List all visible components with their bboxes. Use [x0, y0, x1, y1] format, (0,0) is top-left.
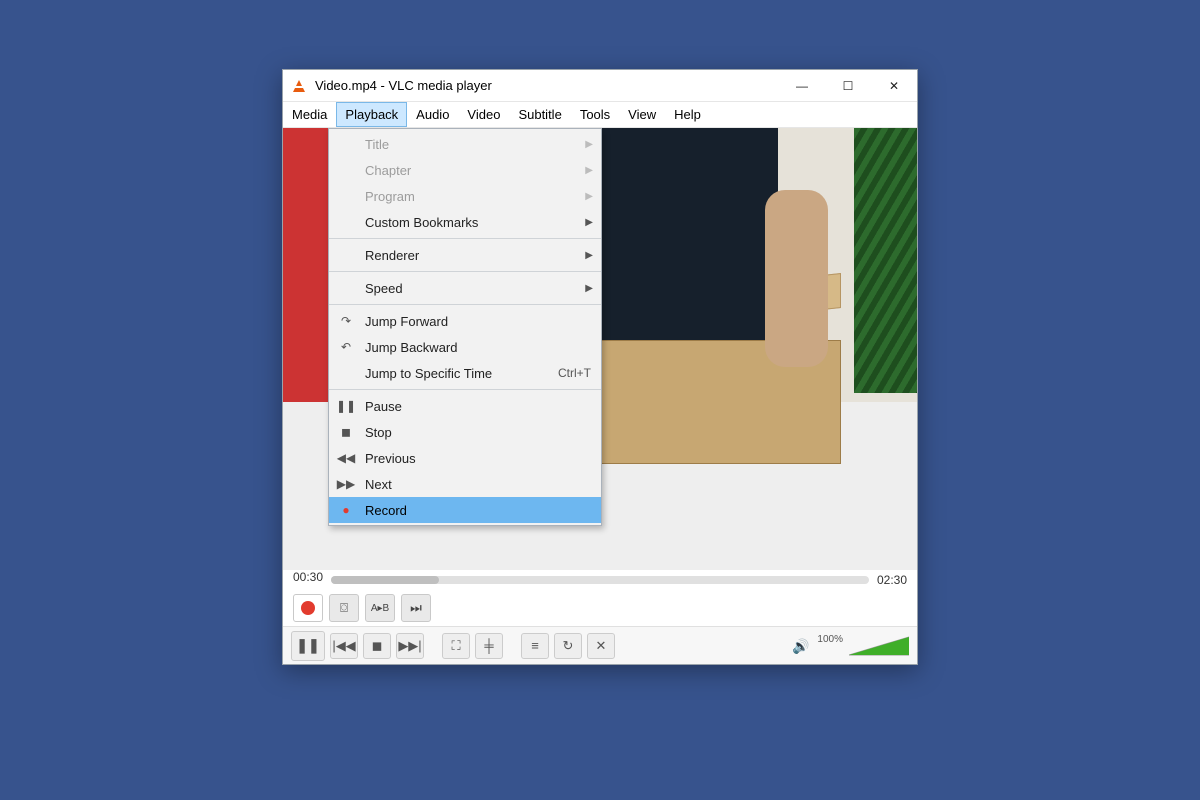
- record-icon: ●: [337, 503, 355, 517]
- seek-bar[interactable]: [331, 576, 869, 584]
- pause-button[interactable]: ❚❚: [291, 631, 325, 661]
- record-button[interactable]: [293, 594, 323, 622]
- extended-button[interactable]: ╪: [475, 633, 503, 659]
- menu-item-label: Program: [365, 189, 591, 204]
- menubar: MediaPlaybackAudioVideoSubtitleToolsView…: [283, 102, 917, 128]
- fullscreen-button[interactable]: ⛶: [442, 633, 470, 659]
- submenu-chevron-icon: ▶: [585, 217, 593, 228]
- submenu-chevron-icon: ▶: [585, 165, 593, 176]
- jump-backward-icon: ↶: [337, 340, 355, 354]
- menu-item-next[interactable]: ▶▶ Next: [329, 471, 601, 497]
- submenu-chevron-icon: ▶: [585, 283, 593, 294]
- menu-item-stop[interactable]: ◼ Stop: [329, 419, 601, 445]
- menu-item-chapter: Chapter▶: [329, 157, 601, 183]
- next-button[interactable]: ▶▶|: [396, 633, 424, 659]
- menu-item-custom-bookmarks[interactable]: Custom Bookmarks▶: [329, 209, 601, 235]
- menu-item-record[interactable]: ● Record: [329, 497, 601, 523]
- playlist-button[interactable]: ≡: [521, 633, 549, 659]
- close-button[interactable]: ✕: [871, 70, 917, 101]
- jump-forward-icon: ↷: [337, 314, 355, 328]
- video-area[interactable]: Title▶Chapter▶Program▶Custom Bookmarks▶R…: [283, 128, 917, 570]
- volume-slider[interactable]: [849, 635, 909, 657]
- previous-icon: ◀◀: [337, 451, 355, 465]
- menu-tools[interactable]: Tools: [571, 102, 619, 127]
- frame-step-button[interactable]: ⏭: [401, 594, 431, 622]
- menu-item-title: Title▶: [329, 131, 601, 157]
- menu-item-label: Pause: [365, 399, 591, 414]
- accelerator-label: Ctrl+T: [558, 366, 591, 380]
- seek-row: 00:30 02:30: [283, 570, 917, 590]
- menu-item-label: Renderer: [365, 248, 591, 263]
- menu-item-label: Custom Bookmarks: [365, 215, 591, 230]
- menu-separator: [329, 389, 601, 390]
- pause-icon: ❚❚: [337, 399, 355, 413]
- menu-item-jump-backward[interactable]: ↶ Jump Backward: [329, 334, 601, 360]
- menu-item-label: Previous: [365, 451, 591, 466]
- menu-item-label: Speed: [365, 281, 591, 296]
- menu-item-jump-forward[interactable]: ↷ Jump Forward: [329, 308, 601, 334]
- minimize-button[interactable]: —: [779, 70, 825, 101]
- menu-help[interactable]: Help: [665, 102, 710, 127]
- time-elapsed-label: 00:30: [293, 570, 323, 584]
- menu-item-program: Program▶: [329, 183, 601, 209]
- menu-item-pause[interactable]: ❚❚ Pause: [329, 393, 601, 419]
- stop-icon: ◼: [337, 425, 355, 439]
- menu-separator: [329, 238, 601, 239]
- submenu-chevron-icon: ▶: [585, 191, 593, 202]
- menu-item-label: Next: [365, 477, 591, 492]
- menu-audio[interactable]: Audio: [407, 102, 458, 127]
- titlebar: Video.mp4 - VLC media player — ☐ ✕: [283, 70, 917, 102]
- menu-item-label: Jump to Specific Time: [365, 366, 558, 381]
- menu-item-label: Jump Forward: [365, 314, 591, 329]
- menu-media[interactable]: Media: [283, 102, 336, 127]
- menu-item-jump-to-specific-time[interactable]: Jump to Specific TimeCtrl+T: [329, 360, 601, 386]
- menu-item-label: Chapter: [365, 163, 591, 178]
- record-icon: [301, 601, 315, 615]
- shuffle-button[interactable]: ✕: [587, 633, 615, 659]
- menu-playback[interactable]: Playback: [336, 102, 407, 127]
- menu-item-label: Record: [365, 503, 591, 518]
- speaker-icon[interactable]: 🔊: [792, 638, 809, 655]
- menu-view[interactable]: View: [619, 102, 665, 127]
- window-title: Video.mp4 - VLC media player: [315, 78, 779, 93]
- menu-subtitle[interactable]: Subtitle: [509, 102, 570, 127]
- app-window: Video.mp4 - VLC media player — ☐ ✕ Media…: [282, 69, 918, 665]
- volume-control[interactable]: 🔊 100%: [792, 634, 909, 657]
- menu-video[interactable]: Video: [458, 102, 509, 127]
- menu-item-previous[interactable]: ◀◀ Previous: [329, 445, 601, 471]
- playback-menu-dropdown: Title▶Chapter▶Program▶Custom Bookmarks▶R…: [328, 128, 602, 526]
- menu-separator: [329, 271, 601, 272]
- menu-item-label: Stop: [365, 425, 591, 440]
- maximize-button[interactable]: ☐: [825, 70, 871, 101]
- menu-item-label: Title: [365, 137, 591, 152]
- vlc-cone-icon: [291, 78, 307, 94]
- time-total: 02:30: [877, 573, 907, 587]
- window-buttons: — ☐ ✕: [779, 70, 917, 101]
- advanced-controls-row: ⌼ A▸B ⏭: [283, 590, 917, 626]
- menu-item-renderer[interactable]: Renderer▶: [329, 242, 601, 268]
- ab-loop-button[interactable]: A▸B: [365, 594, 395, 622]
- volume-label: 100%: [817, 634, 843, 645]
- menu-item-speed[interactable]: Speed▶: [329, 275, 601, 301]
- menu-item-label: Jump Backward: [365, 340, 591, 355]
- next-icon: ▶▶: [337, 477, 355, 491]
- menu-separator: [329, 304, 601, 305]
- main-controls-row: ❚❚|◀◀◼▶▶| ⛶╪ ≡↻✕ 🔊 100%: [283, 626, 917, 664]
- previous-button[interactable]: |◀◀: [330, 633, 358, 659]
- stop-button[interactable]: ◼: [363, 633, 391, 659]
- loop-button[interactable]: ↻: [554, 633, 582, 659]
- submenu-chevron-icon: ▶: [585, 250, 593, 261]
- snapshot-button[interactable]: ⌼: [329, 594, 359, 622]
- submenu-chevron-icon: ▶: [585, 139, 593, 150]
